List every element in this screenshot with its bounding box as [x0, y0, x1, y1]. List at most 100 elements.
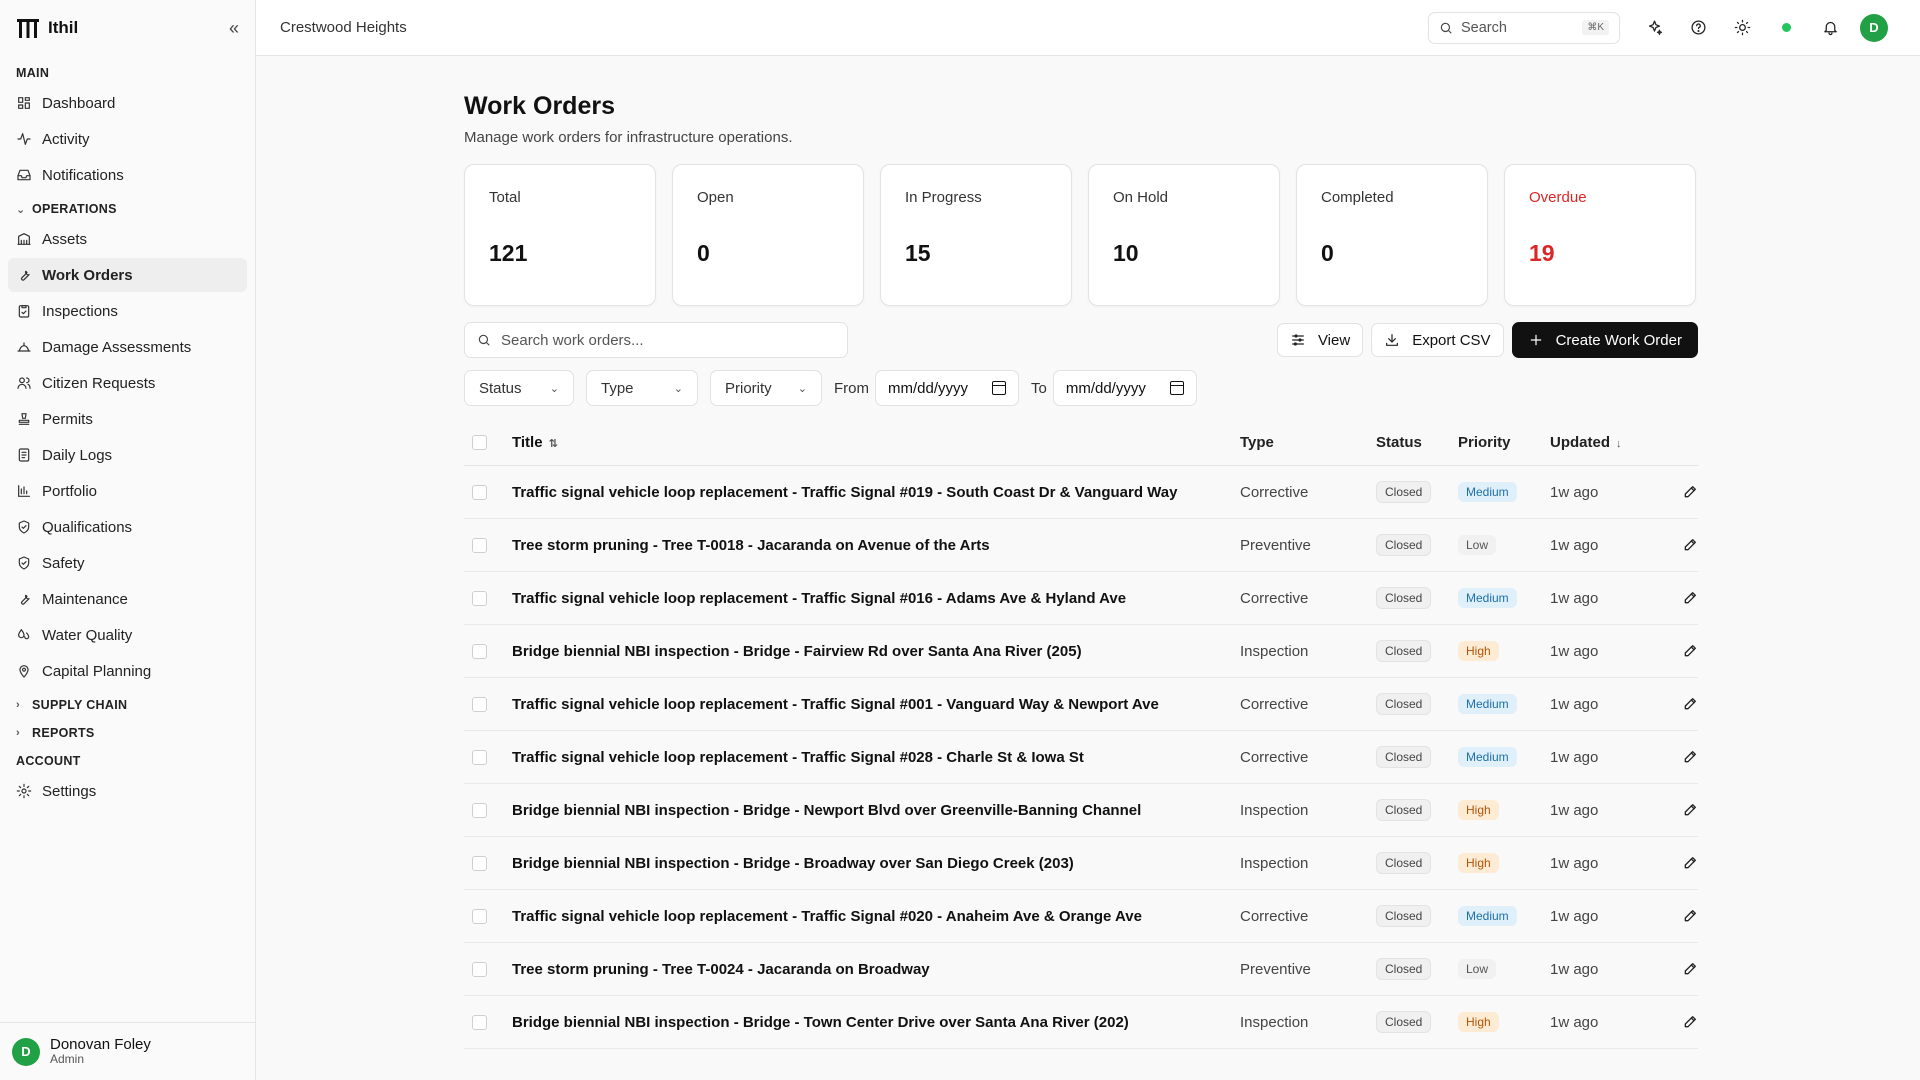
chevron-right-icon: › [16, 727, 20, 739]
row-checkbox[interactable] [472, 537, 487, 553]
sidebar-item-notifications[interactable]: Notifications [8, 158, 247, 192]
row-title[interactable]: Tree storm pruning - Tree T-0018 - Jacar… [512, 537, 1240, 554]
account-avatar-button[interactable]: D [1852, 12, 1896, 44]
table-row[interactable]: Bridge biennial NBI inspection - Bridge … [464, 784, 1698, 837]
table-row[interactable]: Traffic signal vehicle loop replacement … [464, 572, 1698, 625]
user-menu[interactable]: D Donovan Foley Admin [0, 1022, 255, 1080]
row-title[interactable]: Bridge biennial NBI inspection - Bridge … [512, 1014, 1240, 1031]
calendar-icon[interactable] [1169, 381, 1184, 395]
sidebar-item-permits[interactable]: Permits [8, 402, 247, 436]
sidebar-item-water-quality[interactable]: Water Quality [8, 618, 247, 652]
table-row[interactable]: Traffic signal vehicle loop replacement … [464, 678, 1698, 731]
table-row[interactable]: Bridge biennial NBI inspection - Bridge … [464, 996, 1698, 1049]
row-title[interactable]: Traffic signal vehicle loop replacement … [512, 590, 1240, 607]
row-title[interactable]: Bridge biennial NBI inspection - Bridge … [512, 855, 1240, 872]
sidebar-item-assets[interactable]: Assets [8, 222, 247, 256]
table-row[interactable]: Tree storm pruning - Tree T-0024 - Jacar… [464, 943, 1698, 996]
row-checkbox[interactable] [472, 696, 487, 712]
sidebar-item-damage-assessments[interactable]: Damage Assessments [8, 330, 247, 364]
chevron-down-icon: ⌄ [549, 382, 559, 395]
pencil-icon [1684, 486, 1696, 498]
table-row[interactable]: Bridge biennial NBI inspection - Bridge … [464, 837, 1698, 890]
column-title[interactable]: Title ⇅ [512, 434, 1240, 451]
column-status[interactable]: Status [1376, 434, 1458, 451]
edit-button[interactable] [1658, 802, 1698, 818]
sidebar-item-capital-planning[interactable]: Capital Planning [8, 654, 247, 688]
table-row[interactable]: Traffic signal vehicle loop replacement … [464, 890, 1698, 943]
edit-button[interactable] [1658, 855, 1698, 871]
table-row[interactable]: Bridge biennial NBI inspection - Bridge … [464, 625, 1698, 678]
notifications-button[interactable] [1808, 12, 1852, 44]
edit-button[interactable] [1658, 908, 1698, 924]
app-name: Ithil [48, 18, 79, 37]
edit-button[interactable] [1658, 961, 1698, 977]
row-checkbox[interactable] [472, 749, 487, 765]
sidebar-item-settings[interactable]: Settings [8, 774, 247, 808]
type-filter-select[interactable]: Type ⌄ [586, 370, 698, 406]
edit-button[interactable] [1658, 537, 1698, 553]
edit-button[interactable] [1658, 749, 1698, 765]
row-updated: 1w ago [1550, 748, 1599, 766]
row-type: Inspection [1240, 854, 1309, 872]
row-title[interactable]: Tree storm pruning - Tree T-0024 - Jacar… [512, 961, 1240, 978]
sidebar-item-activity[interactable]: Activity [8, 122, 247, 156]
table-row[interactable]: Traffic signal vehicle loop replacement … [464, 466, 1698, 519]
row-checkbox[interactable] [472, 590, 487, 606]
row-updated: 1w ago [1550, 642, 1599, 660]
sidebar-item-label: Water Quality [42, 626, 133, 644]
row-title[interactable]: Traffic signal vehicle loop replacement … [512, 696, 1240, 713]
to-date-input[interactable]: mm/dd/yyyy [1052, 370, 1197, 406]
stat-label: Open [697, 189, 734, 206]
calendar-icon[interactable] [992, 381, 1006, 395]
edit-button[interactable] [1658, 1014, 1698, 1030]
status-filter-select[interactable]: Status ⌄ [464, 370, 574, 406]
view-button[interactable]: View [1276, 323, 1364, 357]
row-checkbox[interactable] [472, 1014, 487, 1030]
edit-button[interactable] [1658, 590, 1698, 606]
sidebar-item-portfolio[interactable]: Portfolio [8, 474, 247, 508]
sidebar-item-safety[interactable]: Safety [8, 546, 247, 580]
edit-button[interactable] [1658, 484, 1698, 500]
collapse-sidebar-icon[interactable]: « [229, 18, 239, 39]
section-reports[interactable]: › REPORTS [0, 722, 255, 744]
column-type[interactable]: Type [1240, 434, 1376, 451]
row-checkbox[interactable] [472, 484, 487, 500]
section-account: ACCOUNT [16, 754, 81, 768]
edit-button[interactable] [1658, 643, 1698, 659]
row-checkbox[interactable] [472, 855, 487, 871]
row-checkbox[interactable] [472, 961, 487, 977]
theme-toggle-button[interactable] [1720, 12, 1764, 44]
row-title[interactable]: Bridge biennial NBI inspection - Bridge … [512, 802, 1240, 819]
sidebar-item-work-orders[interactable]: Work Orders [8, 258, 247, 292]
status-badge: Closed [1376, 587, 1432, 609]
sidebar-item-daily-logs[interactable]: Daily Logs [8, 438, 247, 472]
help-button[interactable] [1676, 12, 1720, 44]
row-checkbox[interactable] [472, 643, 487, 659]
sidebar-item-inspections[interactable]: Inspections [8, 294, 247, 328]
priority-filter-select[interactable]: Priority ⌄ [710, 370, 822, 406]
work-order-search-input[interactable]: Search work orders... [464, 322, 848, 358]
sidebar-item-maintenance[interactable]: Maintenance [8, 582, 247, 616]
row-checkbox[interactable] [472, 802, 487, 818]
sidebar-item-qualifications[interactable]: Qualifications [8, 510, 247, 544]
create-work-order-button[interactable]: Create Work Order [1511, 322, 1698, 358]
row-title[interactable]: Bridge biennial NBI inspection - Bridge … [512, 643, 1240, 660]
global-search[interactable]: Search ⌘K [1428, 11, 1620, 44]
column-priority[interactable]: Priority [1458, 434, 1550, 451]
select-all-checkbox[interactable] [472, 435, 487, 450]
column-updated[interactable]: Updated ↓ [1550, 434, 1658, 451]
row-checkbox[interactable] [472, 908, 487, 924]
edit-button[interactable] [1658, 696, 1698, 712]
from-date-input[interactable]: mm/dd/yyyy [875, 370, 1019, 406]
ai-sparkles-button[interactable] [1632, 12, 1676, 44]
sidebar-item-citizen-requests[interactable]: Citizen Requests [8, 366, 247, 400]
section-operations[interactable]: ⌄ OPERATIONS [0, 198, 255, 220]
row-title[interactable]: Traffic signal vehicle loop replacement … [512, 908, 1240, 925]
row-title[interactable]: Traffic signal vehicle loop replacement … [512, 484, 1240, 501]
table-row[interactable]: Tree storm pruning - Tree T-0018 - Jacar… [464, 519, 1698, 572]
sidebar-item-dashboard[interactable]: Dashboard [8, 86, 247, 120]
export-csv-button[interactable]: Export CSV [1371, 323, 1504, 357]
table-row[interactable]: Traffic signal vehicle loop replacement … [464, 731, 1698, 784]
section-supply-chain[interactable]: › SUPPLY CHAIN [0, 694, 255, 716]
row-title[interactable]: Traffic signal vehicle loop replacement … [512, 749, 1240, 766]
